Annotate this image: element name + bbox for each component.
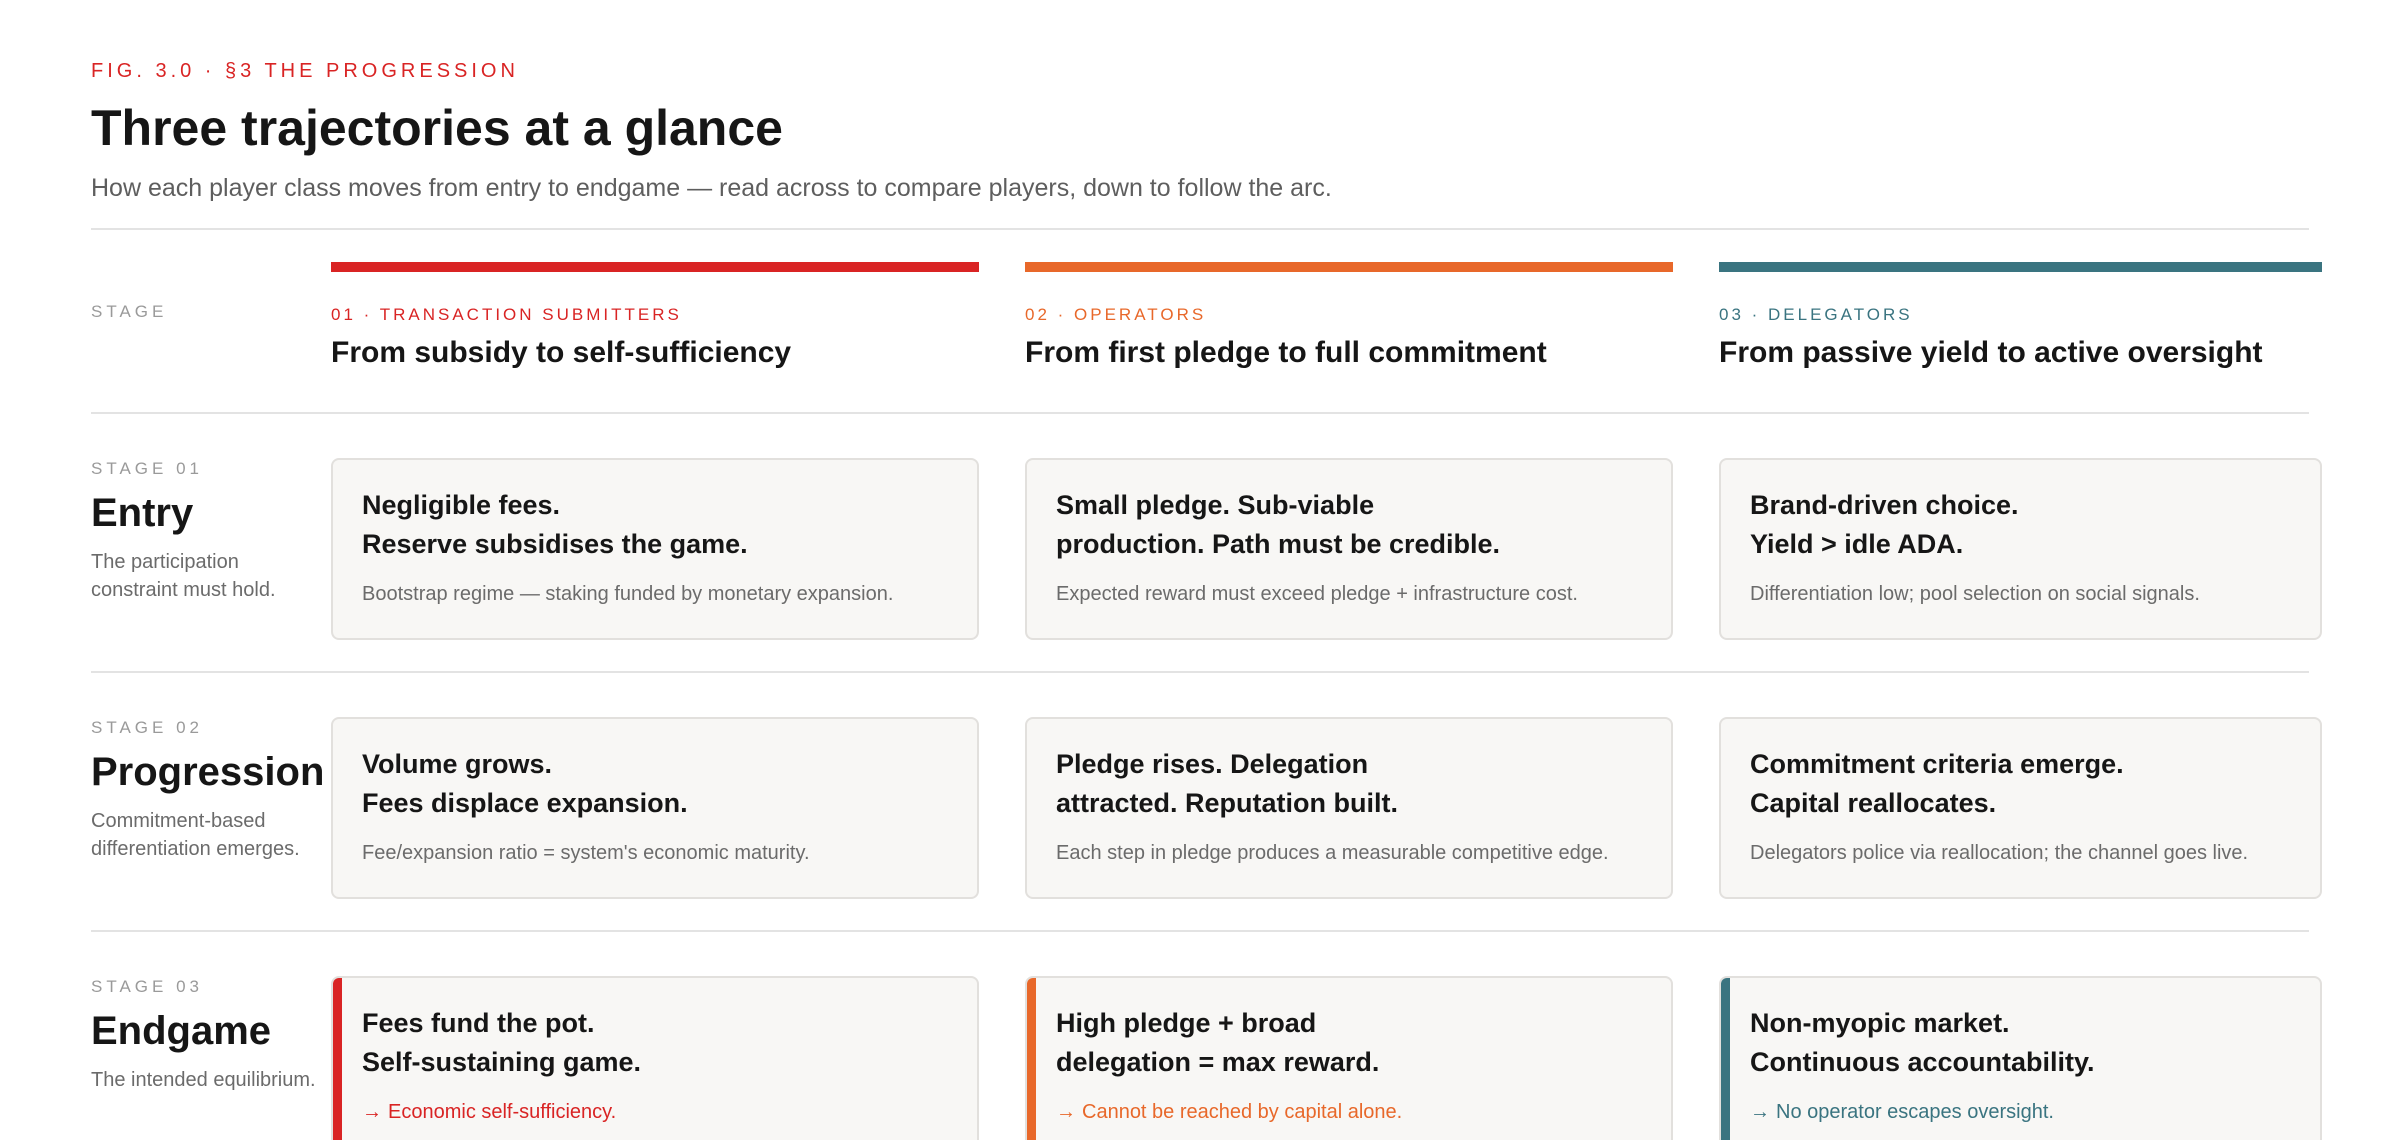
stage-number: STAGE 01 [91, 459, 203, 478]
outcome-text: Cannot be reached by capital alone. [1082, 1101, 1403, 1123]
stage-label: STAGE 02 Progression Commitment-based di… [91, 673, 331, 930]
player-header-3: 03 · DELEGATORS From passive yield to ac… [1719, 230, 2322, 412]
card-note: Expected reward must exceed pledge + inf… [1056, 583, 1578, 605]
card-heading: Fees fund the pot. Self-sustaining game. [362, 1008, 642, 1077]
stage-row-progression: STAGE 02 Progression Commitment-based di… [91, 673, 2322, 930]
page-title: Three trajectories at a glance [91, 100, 783, 156]
stage-card: Commitment criteria emerge. Capital real… [1719, 717, 2322, 899]
arrow-right-icon: → [1750, 1101, 1770, 1123]
player-header-1: 01 · TRANSACTION SUBMITTERS From subsidy… [331, 230, 979, 412]
stage-name: Entry [91, 491, 194, 535]
page: FIG. 3.0 · §3 THE PROGRESSION Three traj… [0, 0, 2400, 1140]
player-kicker: 03 · DELEGATORS [1719, 305, 1913, 324]
figure-eyebrow: FIG. 3.0 · §3 THE PROGRESSION [91, 60, 519, 82]
outcome-text: Economic self-sufficiency. [388, 1101, 617, 1123]
card-heading: Brand-driven choice. Yield > idle ADA. [1750, 490, 2019, 559]
stage-card: Small pledge. Sub-viable production. Pat… [1025, 458, 1673, 640]
card-heading: Non-myopic market. Continuous accountabi… [1750, 1008, 2095, 1077]
player-kicker: 01 · TRANSACTION SUBMITTERS [331, 305, 682, 324]
card-outcome: → Cannot be reached by capital alone. [1056, 1099, 1643, 1125]
card-note: Each step in pledge produces a measurabl… [1056, 842, 1609, 864]
stage-number: STAGE 02 [91, 718, 203, 737]
card-note: Delegators police via reallocation; the … [1750, 842, 2249, 864]
stage-label: STAGE 03 Endgame The intended equilibriu… [91, 932, 331, 1140]
stage-row-endgame: STAGE 03 Endgame The intended equilibriu… [91, 932, 2322, 1140]
stage-row-entry: STAGE 01 Entry The participation constra… [91, 414, 2322, 671]
stage-description: The intended equilibrium. [91, 1069, 316, 1091]
card-heading: Pledge rises. Delegation attracted. Repu… [1056, 749, 1399, 818]
page-subtitle: How each player class moves from entry t… [91, 174, 1332, 202]
stage-label: STAGE 01 Entry The participation constra… [91, 414, 331, 671]
player-title: From first pledge to full commitment [1025, 336, 1547, 369]
stage-name: Endgame [91, 1009, 272, 1053]
stage-name: Progression [91, 750, 325, 794]
endgame-card: Fees fund the pot. Self-sustaining game.… [331, 976, 979, 1140]
player-title: From subsidy to self-sufficiency [331, 336, 792, 369]
stage-card: Negligible fees. Reserve subsidises the … [331, 458, 979, 640]
card-outcome: → Economic self-sufficiency. [362, 1099, 949, 1125]
player-color-bar [1025, 262, 1673, 272]
stage-description: Commitment-based differentiation emerges… [91, 810, 300, 860]
stage-column-label: STAGE [91, 302, 168, 321]
card-outcome: → No operator escapes oversight. [1750, 1099, 2292, 1125]
endgame-card: High pledge + broad delegation = max rew… [1025, 976, 1673, 1140]
player-kicker: 02 · OPERATORS [1025, 305, 1207, 324]
stage-card: Brand-driven choice. Yield > idle ADA. D… [1719, 458, 2322, 640]
stage-card: Volume grows. Fees displace expansion. F… [331, 717, 979, 899]
stage-description: The participation constraint must hold. [91, 551, 276, 601]
player-title: From passive yield to active oversight [1719, 336, 2263, 369]
card-heading: Commitment criteria emerge. Capital real… [1750, 749, 2124, 818]
card-heading: Small pledge. Sub-viable production. Pat… [1056, 490, 1501, 559]
card-heading: Volume grows. Fees displace expansion. [362, 749, 688, 818]
card-note: Fee/expansion ratio = system's economic … [362, 842, 810, 864]
stage-number: STAGE 03 [91, 977, 203, 996]
stage-card: Pledge rises. Delegation attracted. Repu… [1025, 717, 1673, 899]
card-note: Bootstrap regime — staking funded by mon… [362, 583, 894, 605]
card-note: Differentiation low; pool selection on s… [1750, 583, 2200, 605]
endgame-card: Non-myopic market. Continuous accountabi… [1719, 976, 2322, 1140]
player-color-bar [331, 262, 979, 272]
player-color-bar [1719, 262, 2322, 272]
card-heading: Negligible fees. Reserve subsidises the … [362, 490, 748, 559]
player-header-2: 02 · OPERATORS From first pledge to full… [1025, 230, 1673, 412]
arrow-right-icon: → [1056, 1101, 1076, 1123]
player-header-row: STAGE 01 · TRANSACTION SUBMITTERS From s… [91, 230, 2322, 412]
card-heading: High pledge + broad delegation = max rew… [1056, 1008, 1380, 1077]
arrow-right-icon: → [362, 1101, 382, 1123]
outcome-text: No operator escapes oversight. [1776, 1101, 2054, 1123]
